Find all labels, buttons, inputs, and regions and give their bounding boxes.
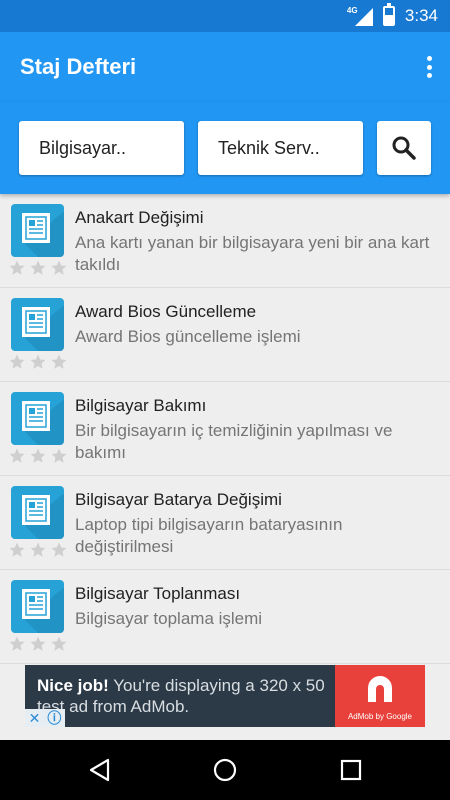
list-item[interactable]: Anakart Değişimi Ana kartı yanan bir bil… [0,194,450,288]
home-icon[interactable] [212,757,238,783]
item-title: Bilgisayar Bakımı [75,396,207,415]
list-item[interactable]: Bilgisayar Toplanması Bilgisayar toplama… [0,570,450,664]
status-bar: 4G 3:34 [0,0,450,32]
star-icon [50,447,68,465]
ad-banner[interactable]: Nice job! You're displaying a 320 x 50 t… [25,665,425,727]
ad-info-icon[interactable]: ⓘ [47,708,61,728]
navigation-bar [0,740,450,800]
item-description: Award Bios güncelleme işlemi [75,327,301,346]
ad-controls[interactable]: ✕ ⓘ [25,709,65,727]
item-description: Laptop tipi bilgisayarın bataryasının de… [75,515,343,556]
signal-icon: 4G [347,6,373,26]
rating-stars [8,447,68,465]
star-icon [29,541,47,559]
rating-stars [8,353,68,371]
rating-stars [8,541,68,559]
item-description: Ana kartı yanan bir bilgisayara yeni bir… [75,233,430,274]
ad-text: Nice job! You're displaying a 320 x 50 t… [37,675,337,717]
search-button[interactable] [377,121,431,175]
star-icon [50,541,68,559]
item-title: Bilgisayar Batarya Değişimi [75,490,282,509]
filter-bar: Bilgisayar.. Teknik Serv.. [0,102,450,194]
list-item[interactable]: Bilgisayar Bakımı Bir bilgisayarın iç te… [0,382,450,476]
star-icon [29,447,47,465]
battery-icon [382,3,395,26]
item-title: Award Bios Güncelleme [75,302,257,321]
entry-list: Anakart Değişimi Ana kartı yanan bir bil… [0,194,450,665]
back-icon[interactable] [87,757,113,783]
item-description: Bir bilgisayarın iç temizliğinin yapılma… [75,421,393,462]
star-icon [50,635,68,653]
admob-logo: AdMob by Google [335,665,425,727]
list-item[interactable]: Award Bios Güncelleme Award Bios güncell… [0,288,450,382]
overflow-menu-icon[interactable] [422,52,436,82]
document-icon [11,204,64,257]
item-title: Anakart Değişimi [75,208,204,227]
star-icon [8,447,26,465]
rating-stars [8,635,68,653]
ad-headline: Nice job! [37,676,109,695]
category-select[interactable]: Bilgisayar.. [19,121,184,175]
clock: 3:34 [404,6,438,25]
star-icon [50,259,68,277]
document-icon [11,486,64,539]
document-icon [11,580,64,633]
app-bar: Staj Defteri [0,32,450,102]
document-icon [11,298,64,351]
search-icon [392,136,416,160]
star-icon [29,353,47,371]
item-description: Bilgisayar toplama işlemi [75,609,263,628]
recents-icon[interactable] [338,757,364,783]
star-icon [29,259,47,277]
star-icon [29,635,47,653]
admob-label: AdMob by Google [347,712,413,721]
document-icon [11,392,64,445]
star-icon [8,541,26,559]
app-title: Staj Defteri [20,54,137,79]
star-icon [50,353,68,371]
star-icon [8,353,26,371]
ad-close-icon[interactable]: ✕ [29,710,41,727]
subcategory-select[interactable]: Teknik Serv.. [198,121,363,175]
list-item[interactable]: Bilgisayar Batarya Değişimi Laptop tipi … [0,476,450,570]
star-icon [8,259,26,277]
star-icon [8,635,26,653]
rating-stars [8,259,68,277]
item-title: Bilgisayar Toplanması [75,584,241,603]
